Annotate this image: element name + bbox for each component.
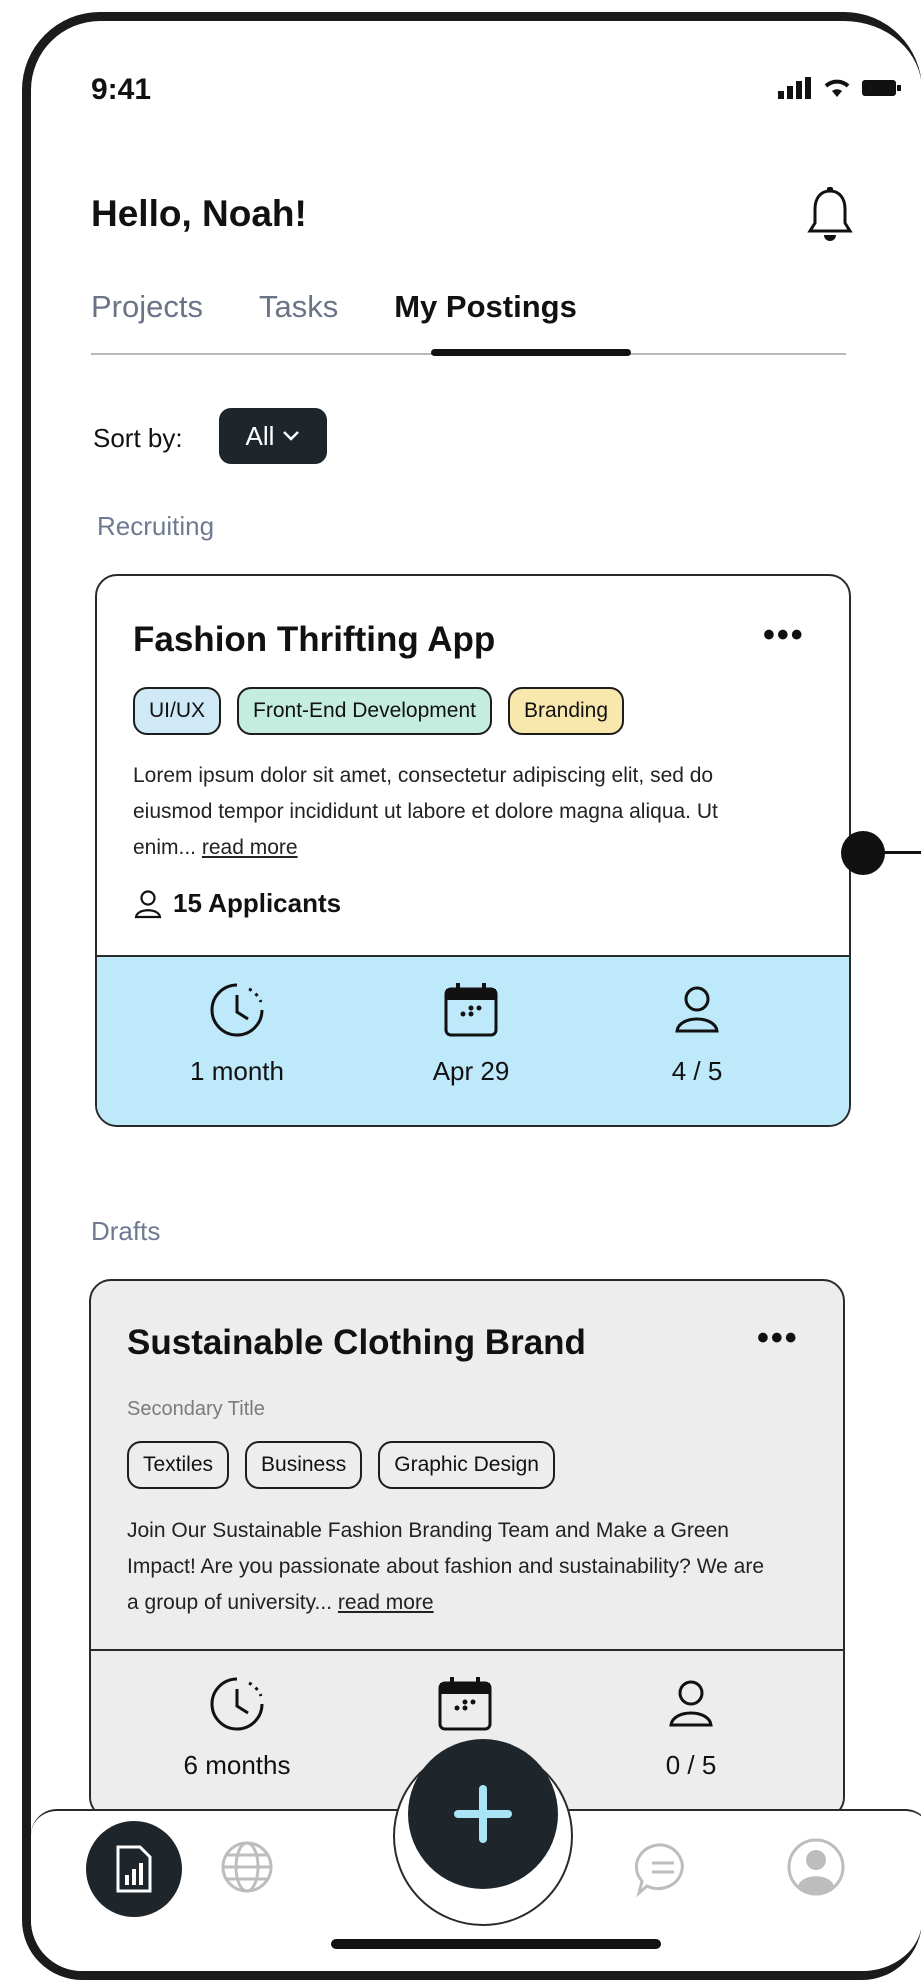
card-stats-footer: 1 month Apr 29 4 / 5 <box>97 955 849 1125</box>
person-icon <box>134 889 162 918</box>
nav-reports[interactable] <box>86 1821 182 1917</box>
tag-list: Textiles Business Graphic Design <box>127 1441 555 1489</box>
stat-date: Apr 29 <box>371 981 571 1087</box>
plus-icon <box>454 1785 512 1843</box>
connector-line <box>871 851 921 854</box>
card-subtitle: Secondary Title <box>127 1398 265 1420</box>
stat-members-label: 4 / 5 <box>671 1056 723 1086</box>
tag-front-end: Front-End Development <box>237 687 492 735</box>
tag-list: UI/UX Front-End Development Branding <box>133 687 625 735</box>
nav-profile[interactable] <box>786 1837 846 1902</box>
applicants-count: 15 Applicants <box>133 888 341 919</box>
tab-projects[interactable]: Projects <box>91 289 203 325</box>
stat-members-label: 0 / 5 <box>665 1750 717 1780</box>
chevron-down-icon <box>283 431 300 441</box>
signal-icon <box>778 77 811 99</box>
stat-duration-label: 6 months <box>183 1750 291 1780</box>
tag-graphic-design: Graphic Design <box>378 1441 555 1489</box>
clock-icon <box>210 1677 264 1731</box>
applicants-label: 15 Applicants <box>173 888 342 918</box>
description-text: Join Our Sustainable Fashion Branding Te… <box>127 1519 765 1614</box>
calendar-icon <box>438 1677 492 1731</box>
nav-explore[interactable] <box>219 1839 275 1900</box>
tag-branding: Branding <box>507 687 625 735</box>
sort-value: All <box>245 420 275 451</box>
stat-members: 0 / 5 <box>591 1675 791 1781</box>
card-description: Lorem ipsum dolor sit amet, consectetur … <box>133 758 773 866</box>
section-label-recruiting: Recruiting <box>97 511 215 541</box>
person-icon <box>669 1680 713 1727</box>
notification-bell-icon[interactable] <box>806 187 854 248</box>
tab-my-postings[interactable]: My Postings <box>394 289 577 325</box>
more-options-icon[interactable]: ••• <box>763 616 805 655</box>
profile-icon <box>787 1838 845 1896</box>
sort-dropdown[interactable]: All <box>219 408 327 464</box>
wifi-icon <box>824 79 850 97</box>
stat-duration: 1 month <box>137 981 337 1087</box>
greeting-title: Hello, Noah! <box>91 193 307 234</box>
read-more-link[interactable]: read more <box>202 836 298 859</box>
tag-business: Business <box>245 1441 363 1489</box>
stat-date-label: Apr 29 <box>432 1056 510 1086</box>
status-time: 9:41 <box>91 73 152 106</box>
add-button[interactable] <box>408 1739 558 1889</box>
stat-members: 4 / 5 <box>597 981 797 1087</box>
stat-duration: 6 months <box>137 1675 337 1781</box>
nav-messages[interactable] <box>634 1841 691 1902</box>
tag-textiles: Textiles <box>127 1441 230 1489</box>
calendar-icon <box>444 983 498 1037</box>
globe-icon <box>221 1841 273 1893</box>
phone-frame: 9:41 Hello, Noah! Projects Tasks My Post… <box>22 12 921 1980</box>
active-tab-indicator <box>431 349 631 356</box>
card-description: Join Our Sustainable Fashion Branding Te… <box>127 1513 777 1621</box>
clock-icon <box>210 983 264 1037</box>
battery-icon <box>862 80 901 96</box>
home-indicator <box>331 1939 661 1949</box>
person-icon <box>675 986 719 1033</box>
section-label-drafts: Drafts <box>91 1216 161 1246</box>
chat-icon <box>634 1843 684 1898</box>
card-title: Sustainable Clothing Brand <box>127 1323 586 1362</box>
tab-tasks[interactable]: Tasks <box>259 289 338 325</box>
stat-date <box>365 1675 565 1738</box>
read-more-link[interactable]: read more <box>338 1591 434 1614</box>
card-title: Fashion Thrifting App <box>133 620 496 659</box>
posting-card-recruiting[interactable]: Fashion Thrifting App ••• UI/UX Front-En… <box>95 574 851 1127</box>
status-icons <box>778 77 902 99</box>
report-icon <box>116 1845 152 1893</box>
more-options-icon[interactable]: ••• <box>757 1319 799 1358</box>
posting-card-draft[interactable]: Sustainable Clothing Brand ••• Secondary… <box>89 1279 845 1819</box>
stat-duration-label: 1 month <box>190 1056 284 1086</box>
tab-bar: Projects Tasks My Postings <box>91 289 633 325</box>
tag-ui-ux: UI/UX <box>133 687 222 735</box>
sort-label: Sort by: <box>93 423 183 453</box>
